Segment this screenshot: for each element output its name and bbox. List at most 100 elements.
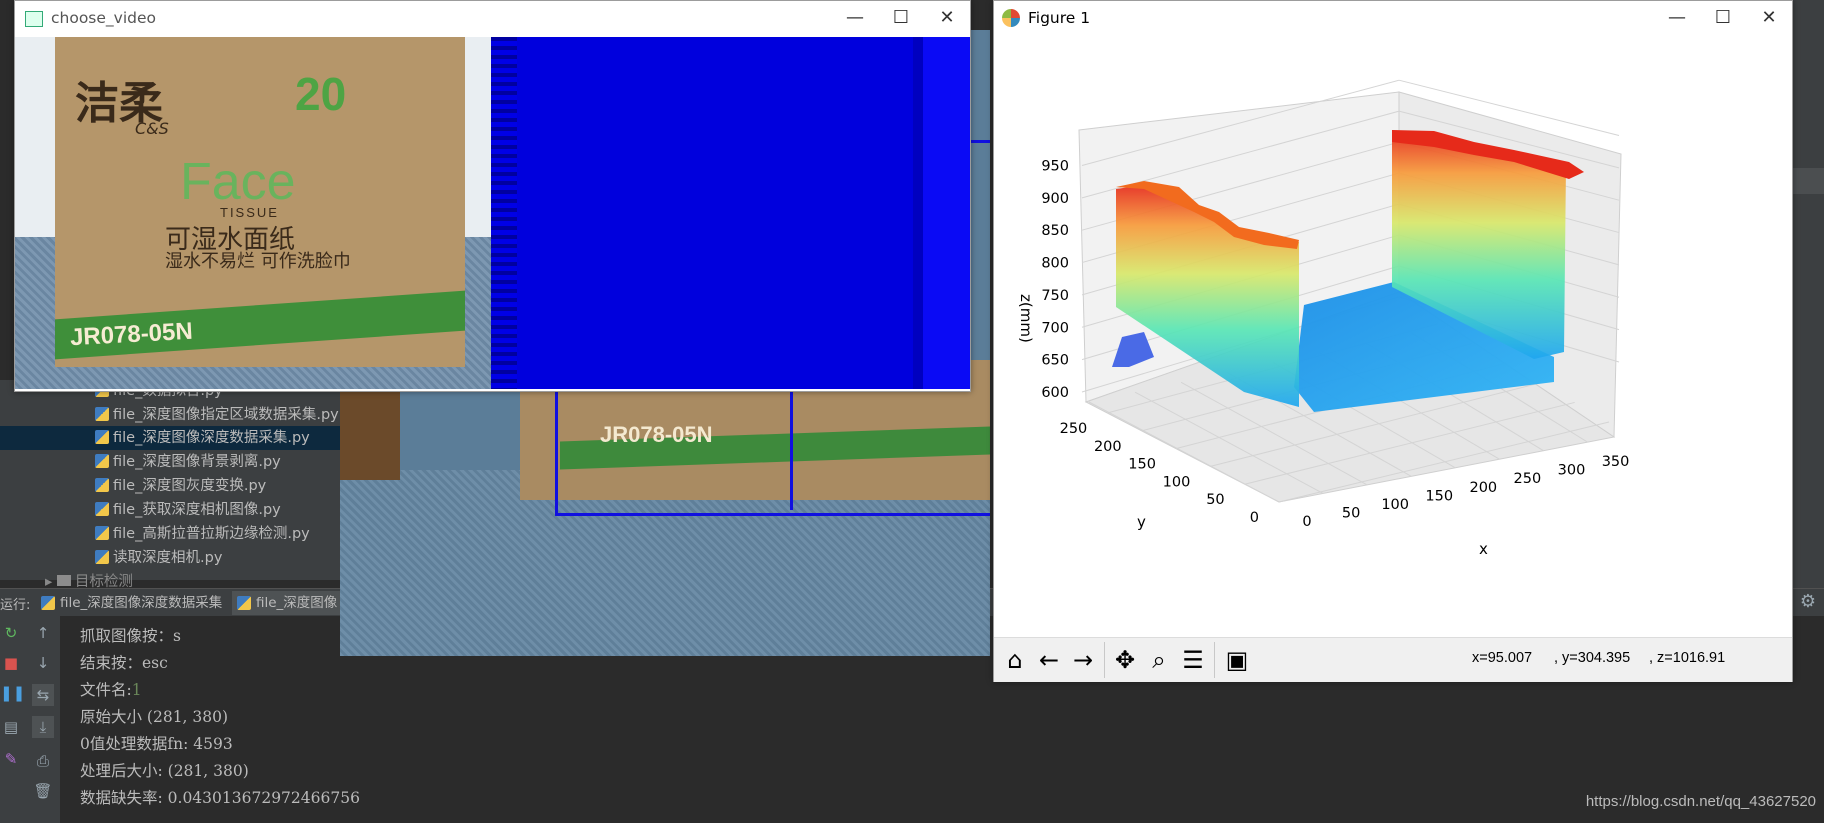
- tree-item[interactable]: file_深度图像指定区域数据采集.py: [95, 404, 339, 426]
- box-brand-latin: C&S: [135, 119, 169, 138]
- z-axis-label: z(mm): [1017, 294, 1035, 343]
- y-tick-label: 150: [1128, 457, 1156, 473]
- x-tick-label: 250: [1514, 471, 1542, 487]
- box-tissue-text: TISSUE: [220, 205, 279, 220]
- soft-wrap-icon[interactable]: ⇆: [32, 684, 54, 706]
- z-tick-label: 600: [1041, 385, 1069, 401]
- python-file-icon: [95, 407, 109, 421]
- x-tick-label: 150: [1425, 488, 1453, 504]
- console-line: 抓取图像按：s: [80, 627, 181, 645]
- z-tick-label: 700: [1041, 320, 1069, 336]
- minimize-button[interactable]: —: [832, 1, 878, 35]
- python-file-icon: [95, 502, 109, 516]
- x-tick-label: 200: [1469, 480, 1497, 496]
- tree-item-selected[interactable]: file_深度图像深度数据采集.py: [95, 427, 310, 449]
- gear-icon[interactable]: ⚙: [1800, 591, 1816, 612]
- python-file-icon: [41, 596, 55, 610]
- z-tick-label: 950: [1041, 158, 1069, 174]
- z-tick-label: 650: [1041, 353, 1069, 369]
- coord-x: x=95.007: [1472, 650, 1533, 666]
- python-file-icon: [95, 550, 109, 564]
- app-icon: [25, 11, 43, 27]
- y-tick-label: 200: [1094, 439, 1122, 455]
- down-arrow-icon[interactable]: ↓: [32, 652, 54, 674]
- x-tick-label: 50: [1342, 505, 1360, 521]
- console-line: 原始大小 (281, 380): [80, 708, 229, 726]
- y-tick-label: 50: [1206, 492, 1224, 508]
- tree-item[interactable]: file_高斯拉普拉斯边缘检测.py: [95, 523, 310, 545]
- maximize-button[interactable]: ☐: [1700, 1, 1746, 35]
- choose-video-window: choose_video — ☐ ✕ 洁柔 C&S 20 Face TISSUE…: [14, 0, 971, 392]
- maximize-button[interactable]: ☐: [878, 1, 924, 35]
- figure-toolbar: ⌂ ← → ✥ ⌕ ☰ ▣ x=95.007 , y=304.395 , z=1…: [994, 637, 1792, 682]
- z-tick-label: 750: [1041, 288, 1069, 304]
- surface-3d-chart: 600 650 700 750 800 850 900 950 0 50 100 150 200 250 3…: [1017, 79, 1630, 558]
- color-camera-frame: 洁柔 C&S 20 Face TISSUE 可湿水面纸 湿水不易烂 可作洗脸巾 …: [15, 37, 491, 389]
- coord-z: , z=1016.91: [1649, 650, 1726, 666]
- pin-icon[interactable]: ✎: [0, 748, 22, 770]
- home-icon[interactable]: ⌂: [998, 644, 1032, 676]
- z-tick-label: 900: [1041, 191, 1069, 207]
- forward-icon[interactable]: →: [1066, 644, 1100, 676]
- tree-item[interactable]: 读取深度相机.py: [95, 547, 222, 569]
- trash-icon[interactable]: 🗑: [32, 780, 54, 802]
- pan-icon[interactable]: ✥: [1108, 644, 1142, 676]
- x-tick-label: 100: [1381, 497, 1409, 513]
- minimize-button[interactable]: —: [1654, 1, 1700, 35]
- window-title: Figure 1: [1028, 9, 1091, 27]
- chair: [340, 390, 400, 480]
- x-tick-label: 350: [1602, 454, 1630, 470]
- run-tab[interactable]: file_深度图像深度数据采集: [36, 591, 228, 615]
- roi-divider: [790, 390, 793, 510]
- rerun-icon[interactable]: ↻: [0, 622, 22, 644]
- y-tick-label: 250: [1060, 421, 1088, 437]
- close-button[interactable]: ✕: [924, 1, 970, 35]
- watermark: https://blog.csdn.net/qq_43627520: [1585, 793, 1816, 810]
- figure-window: Figure 1 — ☐ ✕ 600 650 700 750 800 850 9…: [993, 0, 1793, 682]
- z-tick-label: 850: [1041, 223, 1069, 239]
- matplotlib-icon: [1002, 9, 1020, 27]
- zoom-icon[interactable]: ⌕: [1142, 644, 1176, 676]
- x-tick-label: 0: [1302, 514, 1311, 530]
- python-file-icon: [95, 478, 109, 492]
- x-tick-label: 300: [1558, 463, 1586, 479]
- x-axis-label: x: [1479, 540, 1488, 558]
- console-line: 文件名:1: [80, 681, 142, 699]
- y-axis-label: y: [1137, 513, 1146, 531]
- up-arrow-icon[interactable]: ↑: [32, 622, 54, 644]
- python-file-icon: [237, 596, 251, 610]
- console-line: 数据缺失率: 0.043013672972466756: [80, 789, 360, 807]
- y-tick-label: 100: [1163, 474, 1191, 490]
- window-title: choose_video: [51, 9, 157, 27]
- layout-icon[interactable]: ▤: [0, 716, 22, 738]
- tree-item[interactable]: file_深度图灰度变换.py: [95, 475, 266, 497]
- python-file-icon: [95, 430, 109, 444]
- project-tree: file_数据拟合.py file_深度图像指定区域数据采集.py file_深…: [0, 380, 345, 590]
- scroll-to-end-icon[interactable]: ⤓: [32, 716, 54, 738]
- close-button[interactable]: ✕: [1746, 1, 1792, 35]
- console-line: 结束按：esc: [80, 654, 168, 672]
- box-slogan-text: 湿水不易烂 可作洗脸巾: [165, 251, 351, 272]
- run-label: 运行:: [0, 598, 31, 613]
- run-side-toolbar: ↻ ■ ❚❚ ▤ ✎ ↑ ↓ ⇆ ⤓ ⎙ 🗑: [0, 616, 60, 823]
- z-tick-label: 800: [1041, 256, 1069, 272]
- back-icon[interactable]: ←: [1032, 644, 1066, 676]
- window-titlebar[interactable]: Figure 1 — ☐ ✕: [994, 1, 1792, 37]
- pause-icon[interactable]: ❚❚: [0, 682, 25, 704]
- subplots-icon[interactable]: ☰: [1176, 644, 1210, 676]
- run-tab-active[interactable]: file_深度图像: [232, 591, 344, 615]
- window-titlebar[interactable]: choose_video — ☐ ✕: [15, 1, 970, 37]
- depth-camera-frame: [491, 37, 970, 389]
- tree-item[interactable]: file_深度图像背景剥离.py: [95, 451, 281, 473]
- plot-area[interactable]: 600 650 700 750 800 850 900 950 0 50 100 150 200 250 3…: [994, 37, 1792, 637]
- tree-item[interactable]: file_获取深度相机图像.py: [95, 499, 281, 521]
- print-icon[interactable]: ⎙: [32, 750, 54, 772]
- stop-icon[interactable]: ■: [0, 652, 22, 674]
- folder-icon: [56, 575, 71, 586]
- python-file-icon: [95, 454, 109, 468]
- coord-y: , y=304.395: [1554, 650, 1631, 666]
- python-file-icon: [95, 526, 109, 540]
- save-icon[interactable]: ▣: [1220, 644, 1254, 676]
- box-face-text: Face: [180, 153, 296, 211]
- y-tick-label: 0: [1250, 510, 1259, 526]
